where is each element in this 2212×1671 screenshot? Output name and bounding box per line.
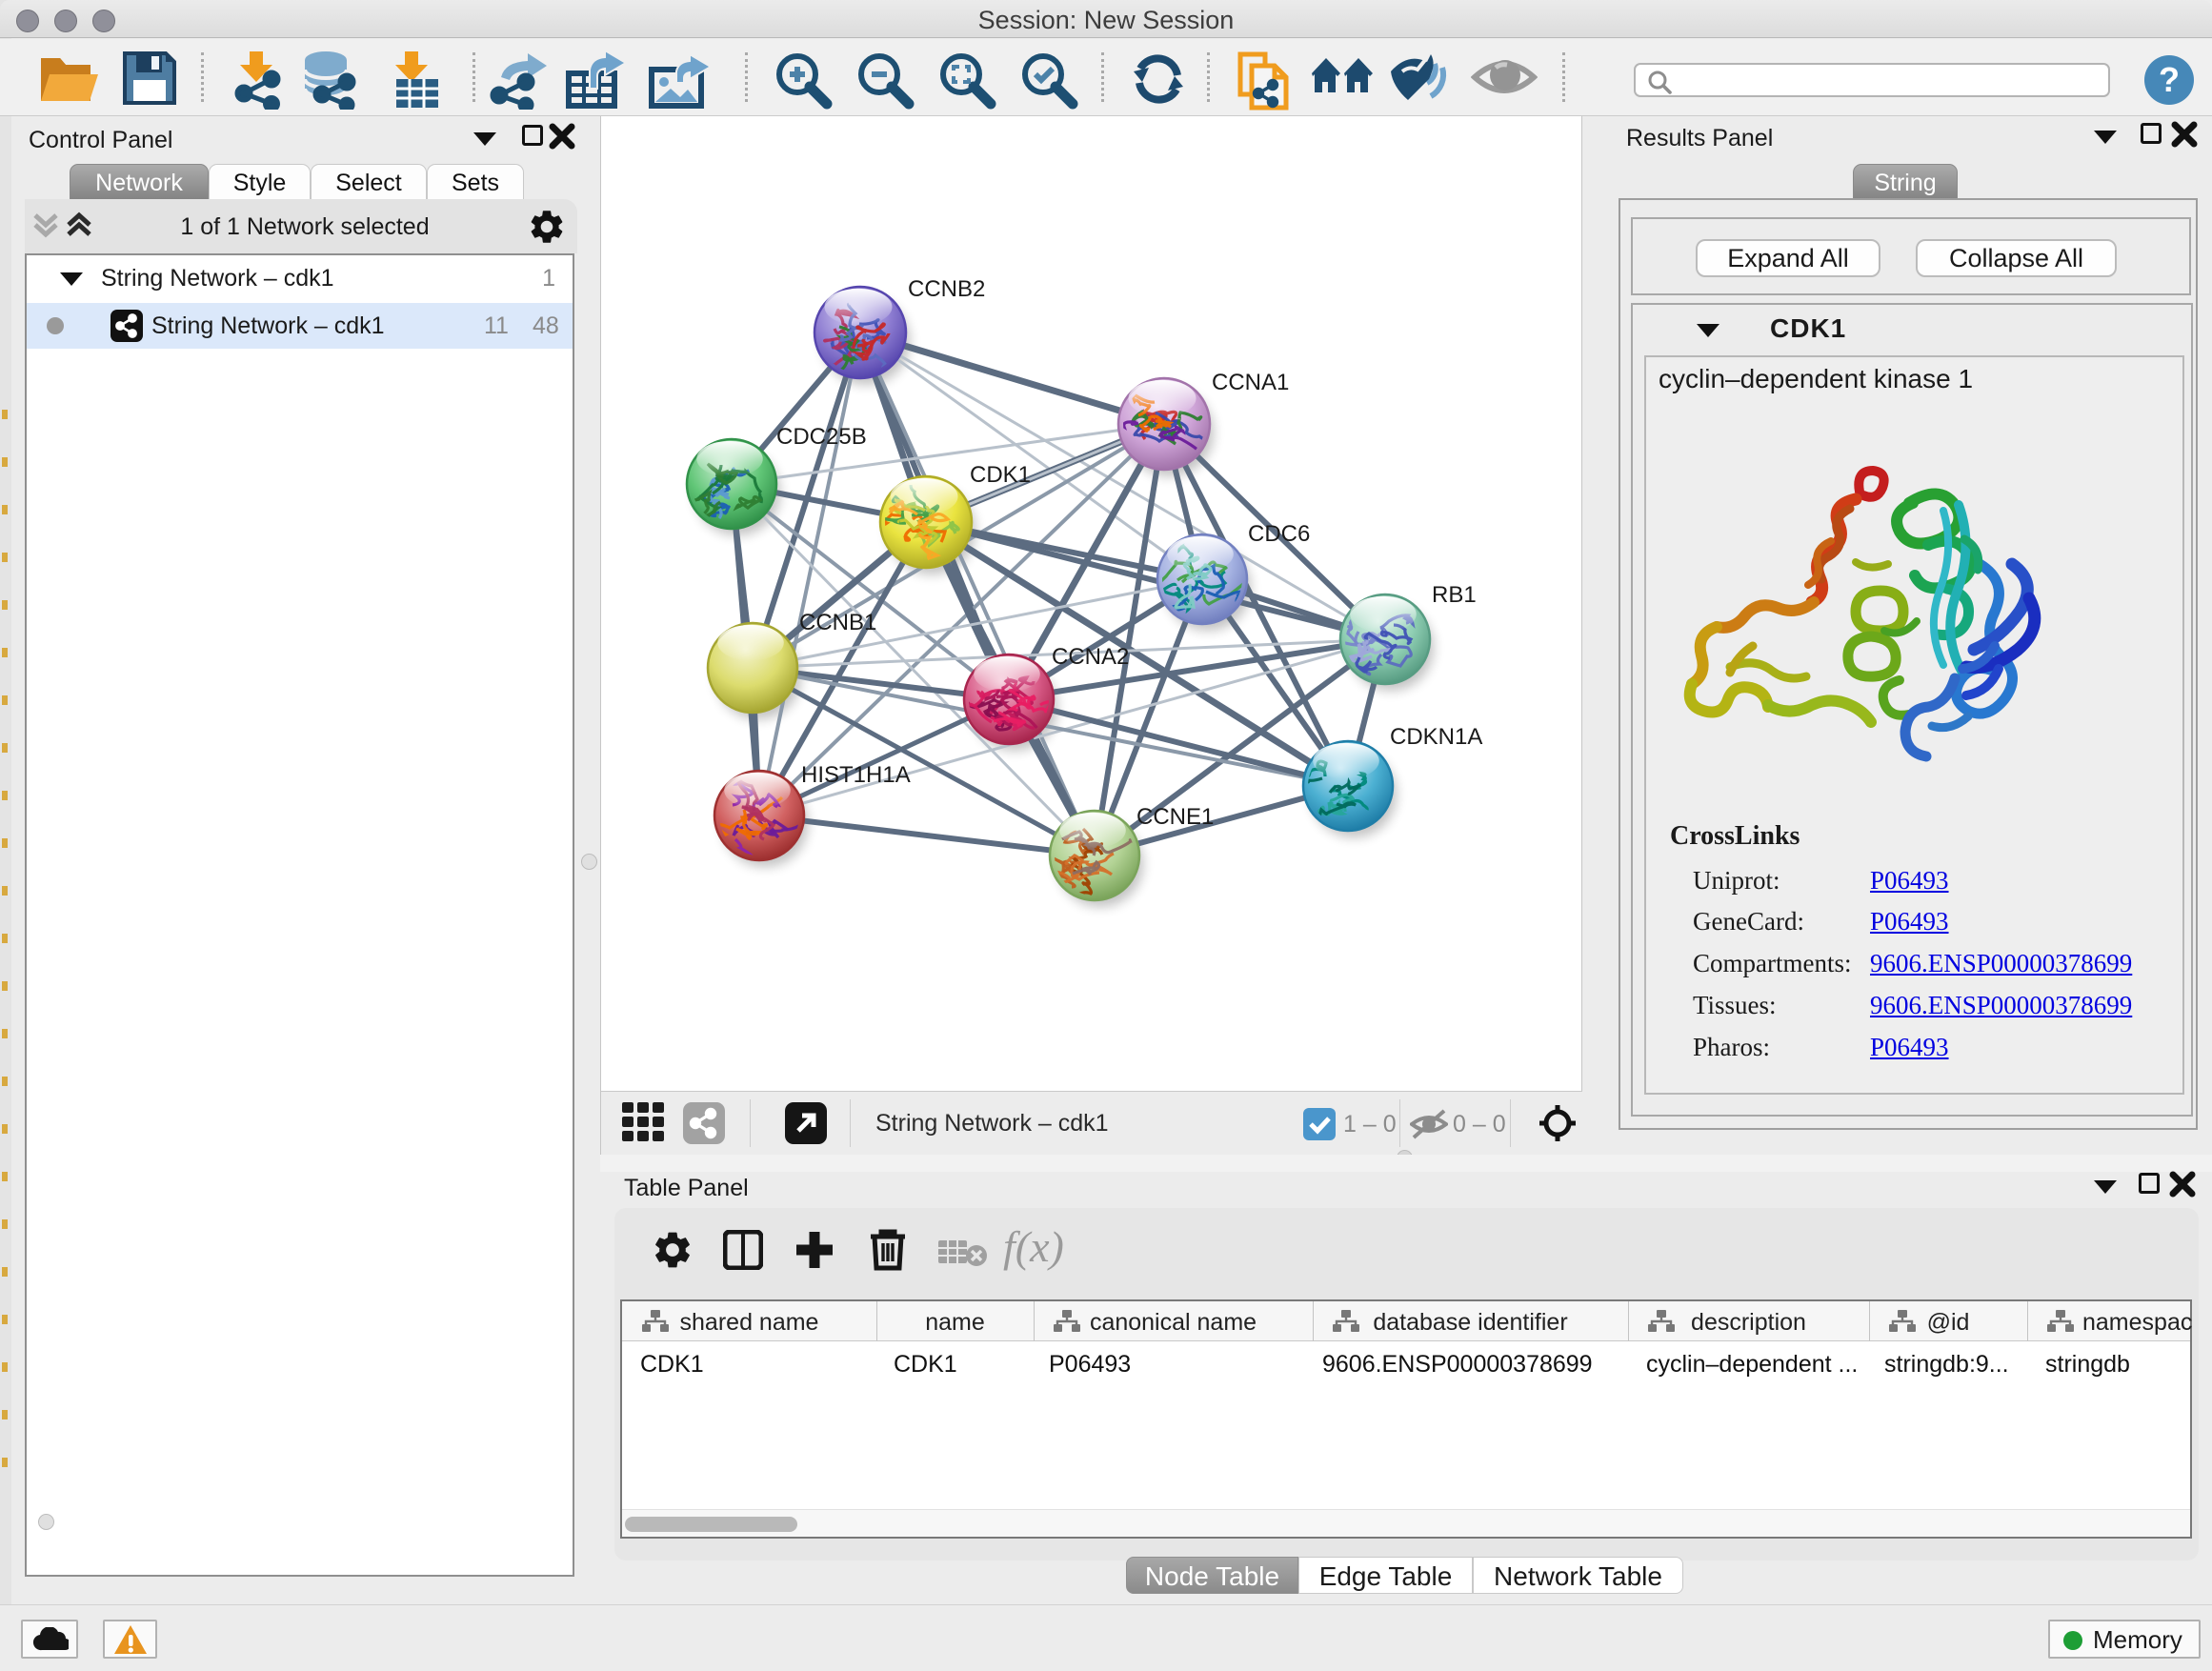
svg-text:CCNE1: CCNE1 (1136, 804, 1214, 830)
svg-text:CDC25B: CDC25B (776, 424, 867, 450)
svg-text:CCNA1: CCNA1 (1212, 370, 1289, 395)
svg-text:RB1: RB1 (1432, 582, 1477, 608)
svg-text:CDK1: CDK1 (970, 462, 1031, 488)
svg-text:CDC6: CDC6 (1248, 521, 1310, 547)
svg-text:CDKN1A: CDKN1A (1390, 724, 1482, 750)
svg-text:CCNB2: CCNB2 (908, 276, 985, 302)
svg-text:HIST1H1A: HIST1H1A (801, 762, 911, 788)
svg-text:CCNA2: CCNA2 (1052, 644, 1129, 670)
svg-text:?: ? (2159, 60, 2180, 99)
svg-text:CCNB1: CCNB1 (799, 610, 876, 635)
